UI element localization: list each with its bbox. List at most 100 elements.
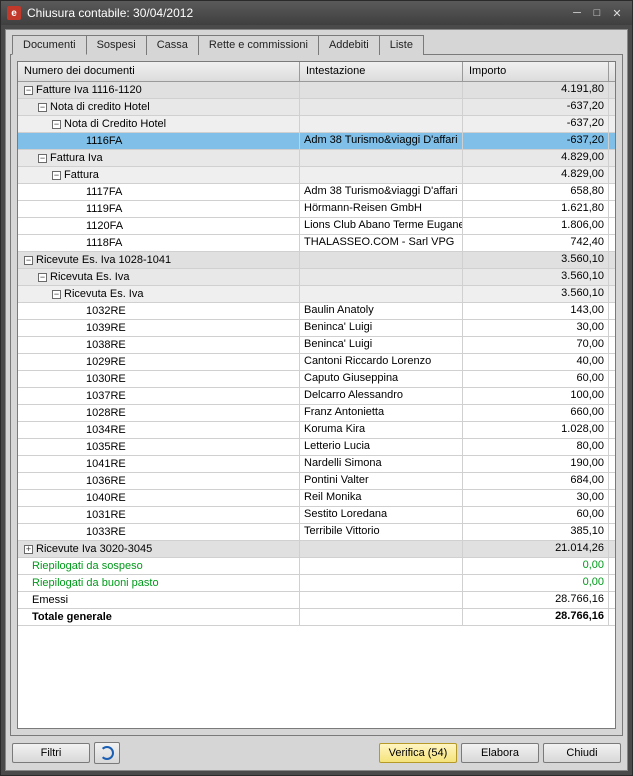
bottom-bar: Filtri Verifica (54) Elabora Chiudi <box>10 736 623 764</box>
cell-intestazione: Beninca' Luigi <box>300 320 463 336</box>
table-row[interactable]: −Nota di Credito Hotel-637,20 <box>18 116 615 133</box>
table-row[interactable]: 1028REFranz Antonietta660,00 <box>18 405 615 422</box>
cell-intestazione: THALASSEO.COM - Sarl VPG <box>300 235 463 251</box>
tab-cassa[interactable]: Cassa <box>147 35 199 55</box>
table-row[interactable]: 1030RECaputo Giuseppina60,00 <box>18 371 615 388</box>
table-row[interactable]: 1039REBeninca' Luigi30,00 <box>18 320 615 337</box>
doc-label: 1116FA <box>86 135 122 147</box>
cell-doc: 1120FA <box>18 218 300 234</box>
table-row[interactable]: −Ricevute Es. Iva 1028-10413.560,10 <box>18 252 615 269</box>
cell-importo: 80,00 <box>463 439 609 455</box>
cell-doc: −Nota di Credito Hotel <box>18 116 300 132</box>
cell-doc: 1035RE <box>18 439 300 455</box>
tab-liste[interactable]: Liste <box>380 35 424 55</box>
doc-label: 1033RE <box>86 526 126 538</box>
verifica-button[interactable]: Verifica (54) <box>379 743 457 763</box>
elabora-button[interactable]: Elabora <box>461 743 539 763</box>
maximize-button[interactable]: □ <box>588 6 606 20</box>
table-row[interactable]: −Fatture Iva 1116-11204.191,80 <box>18 82 615 99</box>
tab-addebiti[interactable]: Addebiti <box>319 35 380 55</box>
table-row[interactable]: 1036REPontini Valter684,00 <box>18 473 615 490</box>
cell-importo: -637,20 <box>463 99 609 115</box>
grid: Numero dei documenti Intestazione Import… <box>17 61 616 729</box>
table-row[interactable]: 1037REDelcarro Alessandro100,00 <box>18 388 615 405</box>
table-row[interactable]: 1035RELetterio Lucia80,00 <box>18 439 615 456</box>
table-row[interactable]: −Fattura4.829,00 <box>18 167 615 184</box>
table-row[interactable]: −Fattura Iva4.829,00 <box>18 150 615 167</box>
doc-label: Fattura Iva <box>50 152 103 164</box>
cell-intestazione: Delcarro Alessandro <box>300 388 463 404</box>
table-row[interactable]: Riepilogati da sospeso0,00 <box>18 558 615 575</box>
table-row[interactable]: −Ricevuta Es. Iva3.560,10 <box>18 269 615 286</box>
client-area: DocumentiSospesiCassaRette e commissioni… <box>5 29 628 771</box>
tab-sospesi[interactable]: Sospesi <box>87 35 147 55</box>
doc-label: 1039RE <box>86 322 126 334</box>
table-row[interactable]: 1120FALions Club Abano Terme Euganee1.80… <box>18 218 615 235</box>
table-row[interactable]: Riepilogati da buoni pasto0,00 <box>18 575 615 592</box>
column-header-imp[interactable]: Importo <box>463 62 609 81</box>
collapse-icon[interactable]: − <box>38 273 47 282</box>
cell-doc: −Ricevuta Es. Iva <box>18 286 300 302</box>
table-row[interactable]: −Nota di credito Hotel-637,20 <box>18 99 615 116</box>
collapse-icon[interactable]: − <box>24 86 33 95</box>
collapse-icon[interactable]: − <box>24 256 33 265</box>
tab-rette-e-commissioni[interactable]: Rette e commissioni <box>199 35 319 55</box>
table-row[interactable]: 1119FAHörmann-Reisen GmbH1.621,80 <box>18 201 615 218</box>
collapse-icon[interactable]: − <box>52 290 61 299</box>
refresh-button[interactable] <box>94 742 120 764</box>
cell-intestazione <box>300 150 463 166</box>
cell-intestazione: Letterio Lucia <box>300 439 463 455</box>
cell-intestazione <box>300 116 463 132</box>
doc-label: Ricevute Iva 3020-3045 <box>36 543 152 555</box>
doc-label: 1030RE <box>86 373 126 385</box>
table-row[interactable]: 1034REKoruma Kira1.028,00 <box>18 422 615 439</box>
chiudi-button[interactable]: Chiudi <box>543 743 621 763</box>
doc-label: 1038RE <box>86 339 126 351</box>
cell-doc: 1037RE <box>18 388 300 404</box>
doc-label: 1032RE <box>86 305 126 317</box>
cell-intestazione <box>300 286 463 302</box>
doc-label: Ricevute Es. Iva 1028-1041 <box>36 254 171 266</box>
table-row[interactable]: 1116FAAdm 38 Turismo&viaggi D'affari-637… <box>18 133 615 150</box>
cell-importo: 1.621,80 <box>463 201 609 217</box>
column-header-doc[interactable]: Numero dei documenti <box>18 62 300 81</box>
table-row[interactable]: 1118FATHALASSEO.COM - Sarl VPG742,40 <box>18 235 615 252</box>
table-row[interactable]: 1041RENardelli Simona190,00 <box>18 456 615 473</box>
table-row[interactable]: +Ricevute Iva 3020-304521.014,26 <box>18 541 615 558</box>
cell-doc: 1034RE <box>18 422 300 438</box>
table-row[interactable]: −Ricevuta Es. Iva3.560,10 <box>18 286 615 303</box>
table-row[interactable]: 1029RECantoni Riccardo Lorenzo40,00 <box>18 354 615 371</box>
table-row[interactable]: 1033RETerribile Vittorio385,10 <box>18 524 615 541</box>
cell-importo: 1.806,00 <box>463 218 609 234</box>
table-row[interactable]: 1031RESestito Loredana60,00 <box>18 507 615 524</box>
close-button[interactable]: ✕ <box>608 6 626 20</box>
table-row[interactable]: 1038REBeninca' Luigi70,00 <box>18 337 615 354</box>
table-row[interactable]: 1032REBaulin Anatoly143,00 <box>18 303 615 320</box>
cell-doc: Emessi <box>18 592 300 608</box>
cell-intestazione: Baulin Anatoly <box>300 303 463 319</box>
cell-doc: 1028RE <box>18 405 300 421</box>
minimize-button[interactable]: ─ <box>568 6 586 20</box>
cell-importo: 28.766,16 <box>463 592 609 608</box>
doc-label: Totale generale <box>32 611 112 623</box>
table-row[interactable]: 1117FAAdm 38 Turismo&viaggi D'affari658,… <box>18 184 615 201</box>
table-row[interactable]: 1040REReil Monika30,00 <box>18 490 615 507</box>
table-row[interactable]: Totale generale28.766,16 <box>18 609 615 626</box>
grid-body[interactable]: −Fatture Iva 1116-11204.191,80−Nota di c… <box>18 82 615 728</box>
collapse-icon[interactable]: − <box>38 103 47 112</box>
cell-intestazione: Reil Monika <box>300 490 463 506</box>
collapse-icon[interactable]: − <box>52 120 61 129</box>
column-header-int[interactable]: Intestazione <box>300 62 463 81</box>
table-row[interactable]: Emessi 28.766,16 <box>18 592 615 609</box>
filtri-button[interactable]: Filtri <box>12 743 90 763</box>
cell-doc: 1039RE <box>18 320 300 336</box>
cell-importo: 30,00 <box>463 490 609 506</box>
tab-documenti[interactable]: Documenti <box>12 35 87 55</box>
cell-intestazione: Pontini Valter <box>300 473 463 489</box>
expand-icon[interactable]: + <box>24 545 33 554</box>
collapse-icon[interactable]: − <box>52 171 61 180</box>
cell-doc: 1033RE <box>18 524 300 540</box>
cell-doc: −Fattura <box>18 167 300 183</box>
collapse-icon[interactable]: − <box>38 154 47 163</box>
doc-label: Nota di Credito Hotel <box>64 118 166 130</box>
